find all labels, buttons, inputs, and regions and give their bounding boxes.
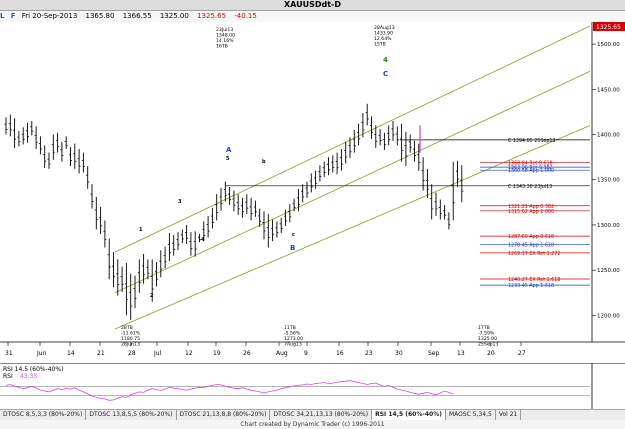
x-tick-label: 23: [365, 350, 373, 357]
level-label: 1233.45 App 1.618: [508, 283, 554, 289]
annotation-line: -5.56%: [284, 331, 301, 337]
x-tick-label: 20: [487, 350, 495, 357]
wave-label: b: [262, 159, 266, 165]
tab-rsi[interactable]: RSI 14,5 (60%-40%): [372, 410, 446, 420]
annotation-line: 1348.00: [216, 33, 235, 39]
annotation-line: 1180.75: [121, 336, 140, 342]
rsi-value-prefix: RSI: [3, 373, 13, 380]
info-low: 1325.00: [159, 12, 189, 20]
wave-label: B: [290, 244, 295, 252]
x-tick-label: 30: [395, 350, 403, 357]
x-tick-label: 19: [213, 350, 221, 357]
level-label: 1240.27 EX Ret 1.618: [508, 277, 560, 283]
level-label: 1360.58 App 1.000: [508, 168, 554, 174]
annotation-line: 1325.00: [478, 336, 497, 342]
info-mark-f[interactable]: F: [11, 11, 16, 22]
x-tick-label: 21: [97, 350, 105, 357]
window-title: XAUUSDdt-D: [283, 0, 342, 9]
tab-vol[interactable]: Vol 21: [496, 410, 522, 420]
x-tick-label: 9: [304, 350, 308, 357]
tab-dtosc-34[interactable]: DTOSC 34,21,13,13 (80%-20%): [270, 410, 373, 420]
y-tick-label: 1450.00: [597, 87, 620, 93]
annotation-line: 11TB: [284, 325, 296, 331]
level-label: 1315.62 App 1.000: [508, 209, 554, 215]
info-change: -40.15: [234, 12, 257, 20]
y-tick-label: 1250.00: [597, 268, 620, 274]
wave-label: c: [292, 232, 295, 238]
window-title-bar: XAUUSDdt-D: [0, 0, 625, 11]
y-tick-label: 1500.00: [597, 42, 620, 48]
x-tick-label: 12: [185, 350, 193, 357]
annotation-line: 14.16%: [216, 38, 234, 44]
level-label: 1278.45 App 1.618: [508, 242, 554, 248]
level-label: 1269.17 EX Ret 1.272: [508, 251, 560, 257]
annotation-line: 28Aug13: [374, 25, 395, 31]
x-tick-label: 16: [336, 350, 344, 357]
annotation-line: 17TB: [478, 325, 490, 331]
y-tick-label: 1350.00: [597, 178, 620, 184]
level-label: C 1394.05 25Sep13: [508, 138, 555, 144]
chart-credit: Chart created by Dynamic Trader (c) 1996…: [0, 420, 625, 429]
x-tick-label: Jun: [36, 350, 47, 357]
annotation-line: -7.59%: [478, 331, 495, 337]
info-open: 1365.80: [85, 12, 115, 20]
wave-label: 4: [383, 56, 388, 64]
wave-label: A: [226, 146, 232, 154]
info-mark-l[interactable]: L: [0, 11, 4, 22]
rsi-value: 43.33: [20, 373, 37, 380]
tab-dtosc-8[interactable]: DTOSC 8,5,3,3 (80%-20%): [0, 410, 87, 420]
y-tick-label: 1300.00: [597, 223, 620, 229]
x-tick-label: 26: [243, 350, 251, 357]
info-last: 1325.65: [197, 12, 227, 20]
info-high: 1366.55: [122, 12, 152, 20]
tab-maosc[interactable]: MAOSC 5,34,5: [446, 410, 496, 420]
info-date: Fri 20-Sep-2013: [21, 12, 78, 20]
current-price-tag: 1325.65: [593, 22, 625, 31]
wave-label: 2: [150, 293, 154, 299]
x-tick-label: Jul: [153, 350, 162, 357]
x-tick-label: 27: [518, 350, 526, 357]
x-tick-label: Sep: [428, 350, 440, 357]
wave-label: 3: [178, 199, 182, 205]
annotation-line: 1273.00: [284, 336, 303, 342]
indicator-tabs: DTOSC 8,5,3,3 (80%-20%) DTOSC 13,8,5,5 (8…: [0, 409, 625, 420]
price-chart[interactable]: C 1394.05 25Sep13C 1343.30 23Jul131368.8…: [0, 22, 625, 362]
x-tick-label: 31: [5, 350, 13, 357]
wave-label: C: [383, 70, 388, 78]
tab-dtosc-21[interactable]: DTOSC 21,13,8,8 (80%-20%): [177, 410, 271, 420]
rsi-panel[interactable]: RSI 14.5 (60%-40%) RSI 43.33: [0, 363, 625, 409]
level-label: C 1343.30 23Jul13: [508, 184, 552, 190]
tab-dtosc-13[interactable]: DTOSC 13,8,5,5 (80%-20%): [86, 410, 177, 420]
y-tick-label: 1200.00: [597, 313, 620, 319]
annotation-line: -11.61%: [121, 331, 141, 337]
x-tick-label: 28: [128, 350, 136, 357]
wave-label: 4: [201, 237, 205, 243]
x-tick-label: 13: [457, 350, 465, 357]
annotation-line: 16TB: [216, 44, 228, 50]
y-tick-label: 1400.00: [597, 133, 620, 139]
rsi-title: RSI 14.5 (60%-40%): [3, 366, 63, 373]
annotation-line: 28TB: [121, 325, 133, 331]
wave-label: 1: [139, 227, 143, 233]
current-price-tag-text: 1325.65: [596, 24, 621, 31]
annotation-line: 1433.90: [374, 31, 393, 37]
annotation-line: 15TB: [374, 42, 386, 48]
level-label: 1287.69 App 0.618: [508, 234, 554, 240]
annotation-line: 23Jul13: [216, 27, 233, 33]
wave-label: 5: [226, 156, 230, 162]
x-tick-label: 14: [67, 350, 75, 357]
x-tick-label: Aug: [276, 350, 288, 357]
annotation-line: 12.64%: [374, 36, 392, 42]
